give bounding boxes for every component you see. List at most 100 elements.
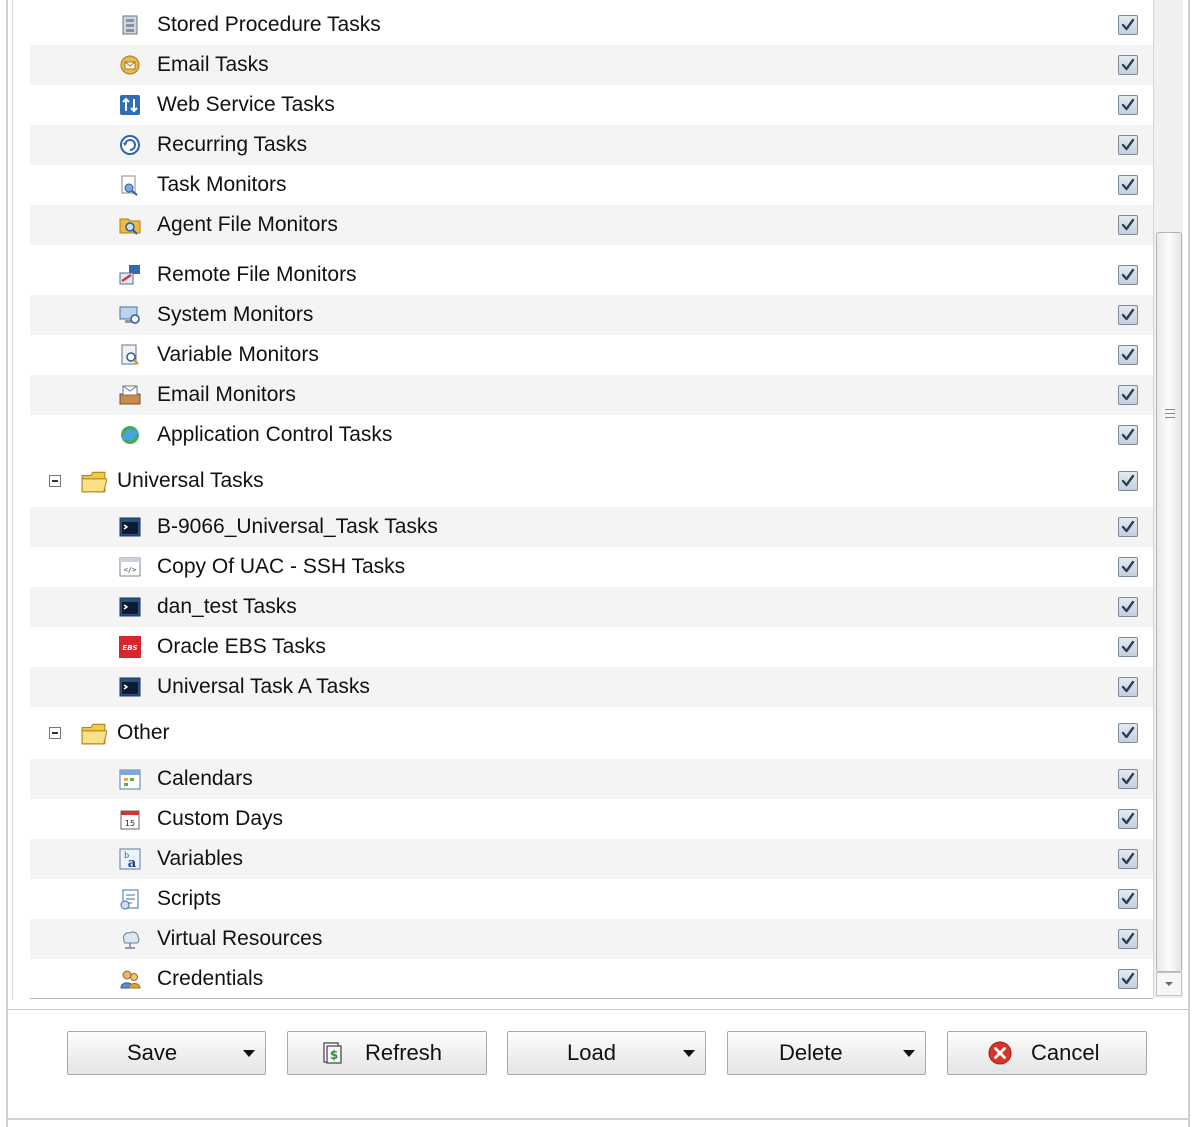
- scroll-down-button[interactable]: [1156, 972, 1182, 996]
- tree-row[interactable]: Task Monitors: [30, 165, 1153, 205]
- virtual-resource-icon: [119, 928, 141, 950]
- collapse-toggle-icon[interactable]: [49, 475, 61, 487]
- permission-checkbox[interactable]: [1118, 471, 1138, 491]
- custom-day-icon: 15: [119, 808, 141, 830]
- save-dropdown-icon[interactable]: [243, 1050, 255, 1057]
- permission-checkbox[interactable]: [1118, 385, 1138, 405]
- tree-row[interactable]: Calendars: [30, 759, 1153, 799]
- email-monitor-icon: [119, 384, 141, 406]
- permission-checkbox[interactable]: [1118, 557, 1138, 577]
- tree-group-row[interactable]: Universal Tasks: [30, 461, 1153, 501]
- checkmark-icon: [1121, 600, 1135, 613]
- permission-checkbox[interactable]: [1118, 15, 1138, 35]
- tree-row[interactable]: Application Control Tasks: [30, 415, 1153, 455]
- save-button[interactable]: Save: [67, 1031, 266, 1075]
- tree-row[interactable]: Stored Procedure Tasks: [30, 5, 1153, 45]
- permission-checkbox[interactable]: [1118, 305, 1138, 325]
- tree-item-label: Web Service Tasks: [157, 93, 335, 116]
- web-service-icon: [119, 94, 141, 116]
- tree-row[interactable]: </> Copy Of UAC - SSH Tasks: [30, 547, 1153, 587]
- tree-row[interactable]: Variable Monitors: [30, 335, 1153, 375]
- calendar-icon: [119, 768, 141, 790]
- save-button-label: Save: [127, 1040, 178, 1065]
- toolbar-divider: [8, 1009, 1189, 1010]
- terminal-icon: [119, 676, 141, 698]
- tree-row[interactable]: Remote File Monitors: [30, 255, 1153, 295]
- permission-checkbox[interactable]: [1118, 969, 1138, 989]
- recurring-icon: [119, 134, 141, 156]
- checkmark-icon: [1121, 388, 1135, 401]
- svg-text:</>: </>: [124, 566, 137, 574]
- checkmark-icon: [1121, 268, 1135, 281]
- tree-row[interactable]: Virtual Resources: [30, 919, 1153, 959]
- window-right-border: [1188, 0, 1190, 1127]
- checkmark-icon: [1121, 726, 1135, 739]
- tree-row[interactable]: Web Service Tasks: [30, 85, 1153, 125]
- tree-item-label: dan_test Tasks: [157, 595, 297, 618]
- tree-item-label: Copy Of UAC - SSH Tasks: [157, 555, 406, 578]
- scrollbar-thumb[interactable]: [1156, 232, 1182, 972]
- permission-checkbox[interactable]: [1118, 849, 1138, 869]
- tree-row[interactable]: Credentials: [30, 959, 1153, 998]
- permission-checkbox[interactable]: [1118, 345, 1138, 365]
- permission-checkbox[interactable]: [1118, 265, 1138, 285]
- tree-row[interactable]: Agent File Monitors: [30, 205, 1153, 245]
- tree-group-row[interactable]: Other: [30, 713, 1153, 753]
- tree-item-label: Application Control Tasks: [157, 423, 393, 446]
- vertical-scrollbar[interactable]: [1153, 0, 1183, 998]
- permission-checkbox[interactable]: [1118, 769, 1138, 789]
- checkmark-icon: [1121, 178, 1135, 191]
- collapse-toggle-icon[interactable]: [49, 727, 61, 739]
- window-bottom-border: [6, 1118, 1190, 1120]
- permission-checkbox[interactable]: [1118, 55, 1138, 75]
- permission-checkbox[interactable]: [1118, 637, 1138, 657]
- tree-row[interactable]: Email Monitors: [30, 375, 1153, 415]
- tree-row[interactable]: B-9066_Universal_Task Tasks: [30, 507, 1153, 547]
- refresh-icon: $: [323, 1042, 342, 1064]
- checkmark-icon: [1121, 680, 1135, 693]
- folder-icon: [81, 721, 108, 745]
- ebs-icon: EBS: [119, 636, 141, 658]
- refresh-button[interactable]: $ Refresh: [287, 1031, 487, 1075]
- tree-row[interactable]: 15 Custom Days: [30, 799, 1153, 839]
- permission-checkbox[interactable]: [1118, 597, 1138, 617]
- code-window-icon: </>: [119, 556, 141, 578]
- email-task-icon: [119, 54, 141, 76]
- tree-item-label: Universal Tasks: [117, 469, 264, 492]
- permission-checkbox[interactable]: [1118, 517, 1138, 537]
- checkmark-icon: [1121, 640, 1135, 653]
- checkmark-icon: [1121, 474, 1135, 487]
- tree-row[interactable]: Scripts: [30, 879, 1153, 919]
- tree-row[interactable]: Universal Task A Tasks: [30, 667, 1153, 707]
- tree-row[interactable]: Recurring Tasks: [30, 125, 1153, 165]
- tree-row[interactable]: Email Tasks: [30, 45, 1153, 85]
- cancel-button[interactable]: Cancel: [947, 1031, 1147, 1075]
- tree-item-label: Task Monitors: [157, 173, 287, 196]
- delete-dropdown-icon[interactable]: [903, 1050, 915, 1057]
- permission-checkbox[interactable]: [1118, 425, 1138, 445]
- load-dropdown-icon[interactable]: [683, 1050, 695, 1057]
- agent-file-monitor-icon: [119, 214, 141, 236]
- checkmark-icon: [1121, 18, 1135, 31]
- tree-row[interactable]: dan_test Tasks: [30, 587, 1153, 627]
- permission-checkbox[interactable]: [1118, 929, 1138, 949]
- application-control-icon: [119, 424, 141, 446]
- permission-checkbox[interactable]: [1118, 677, 1138, 697]
- permission-checkbox[interactable]: [1118, 95, 1138, 115]
- permission-checkbox[interactable]: [1118, 135, 1138, 155]
- permission-checkbox[interactable]: [1118, 215, 1138, 235]
- tree-row[interactable]: EBS Oracle EBS Tasks: [30, 627, 1153, 667]
- tree-row[interactable]: System Monitors: [30, 295, 1153, 335]
- tree-item-label: Credentials: [157, 967, 264, 990]
- load-button[interactable]: Load: [507, 1031, 706, 1075]
- permission-checkbox[interactable]: [1118, 723, 1138, 743]
- delete-button[interactable]: Delete: [727, 1031, 926, 1075]
- tree-item-label: Other: [117, 721, 170, 744]
- tree-item-label: Stored Procedure Tasks: [157, 13, 381, 36]
- permission-checkbox[interactable]: [1118, 175, 1138, 195]
- tree-item-label: Scripts: [157, 887, 222, 910]
- permission-checkbox[interactable]: [1118, 809, 1138, 829]
- tree-row[interactable]: b a Variables: [30, 839, 1153, 879]
- checkmark-icon: [1121, 772, 1135, 785]
- permission-checkbox[interactable]: [1118, 889, 1138, 909]
